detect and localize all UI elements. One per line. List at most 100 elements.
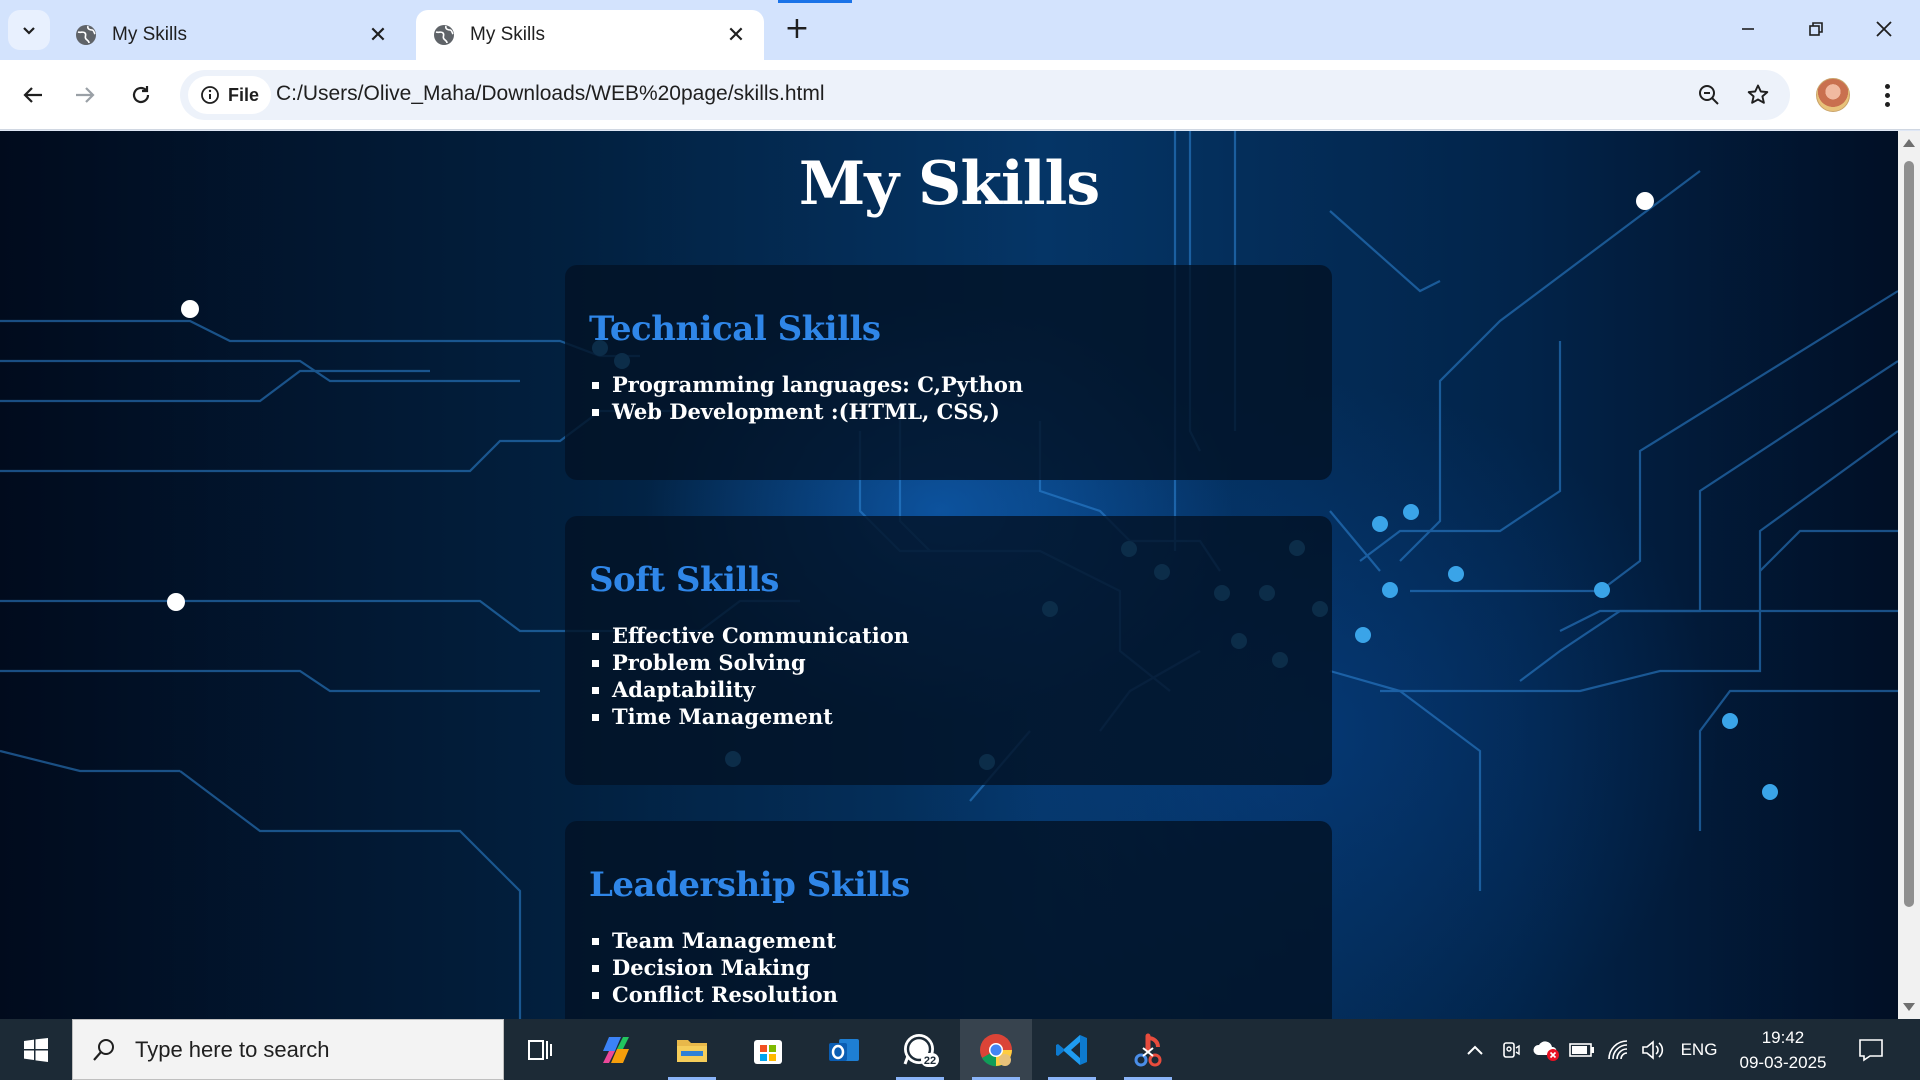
page-viewport: My Skills Technical Skills Programming l… (0, 131, 1898, 1019)
tab-inactive[interactable]: My Skills ✕ (58, 10, 406, 60)
close-tab-icon[interactable]: ✕ (366, 23, 390, 48)
close-icon (1876, 21, 1892, 37)
volume-tray[interactable] (1638, 1019, 1668, 1080)
forward-button[interactable] (64, 74, 106, 116)
tab-active[interactable]: My Skills ✕ (416, 10, 764, 60)
browser-menu-button[interactable] (1872, 78, 1902, 112)
meet-now-tray[interactable] (1496, 1019, 1526, 1080)
whatsapp-badge: 22 (924, 1055, 936, 1067)
list-item: Adaptability (589, 676, 1308, 703)
info-icon (201, 86, 219, 104)
clock-time: 19:42 (1761, 1028, 1805, 1047)
reload-button[interactable] (120, 74, 162, 116)
notification-icon (1859, 1038, 1883, 1061)
chevron-down-icon (23, 27, 35, 35)
restore-icon (1809, 22, 1823, 36)
clock-date: 09-03-2025 (1739, 1053, 1827, 1072)
minimize-button[interactable] (1718, 8, 1778, 50)
star-icon (1747, 84, 1769, 104)
tab-title: My Skills (470, 24, 545, 45)
address-bar[interactable]: File C:/Users/Olive_Maha/Downloads/WEB%2… (180, 70, 1790, 120)
outlook-icon (829, 1038, 859, 1061)
scroll-thumb[interactable] (1904, 161, 1914, 907)
list-item: Problem Solving (589, 649, 1308, 676)
url-text[interactable]: C:/Users/Olive_Maha/Downloads/WEB%20page… (276, 82, 825, 106)
search-icon (93, 1038, 114, 1061)
task-view-icon (528, 1039, 552, 1060)
dot-icon (1884, 101, 1890, 107)
tab-search-button[interactable] (8, 10, 50, 50)
copilot-icon (603, 1036, 629, 1063)
back-button[interactable] (12, 74, 54, 116)
profile-avatar[interactable] (1816, 78, 1850, 112)
speaker-icon (1642, 1039, 1664, 1060)
list-item: Programming languages: C,Python (589, 371, 1308, 398)
soft-skills-card: Soft Skills Effective Communication Prob… (565, 516, 1332, 785)
list-item: Team Management (589, 927, 1308, 954)
close-tab-icon[interactable]: ✕ (724, 23, 748, 48)
microsoft-store-icon (754, 1039, 782, 1064)
close-window-button[interactable] (1854, 8, 1914, 50)
snipping-tool-icon (1134, 1033, 1162, 1066)
tab-title: My Skills (112, 24, 187, 45)
section-heading: Soft Skills (589, 560, 779, 600)
cloud-error-icon (1533, 1040, 1559, 1061)
taskbar-search-box[interactable]: Type here to search (72, 1019, 504, 1080)
zoom-out-icon (1699, 85, 1719, 105)
onedrive-tray[interactable] (1530, 1019, 1562, 1080)
show-hidden-icons-button[interactable] (1460, 1019, 1490, 1080)
system-clock[interactable]: 19:42 09-03-2025 (1728, 1025, 1838, 1075)
search-placeholder: Type here to search (135, 1036, 330, 1062)
snipping-tool-button[interactable] (1112, 1019, 1184, 1080)
vscode-icon (1056, 1034, 1087, 1065)
list-item: Effective Communication (589, 622, 1308, 649)
notifications-button[interactable] (1850, 1019, 1892, 1080)
chevron-up-icon (1467, 1045, 1483, 1055)
skills-list: Effective Communication Problem Solving … (589, 622, 1308, 730)
list-item: Conflict Resolution (589, 981, 1308, 1008)
new-tab-button[interactable]: + (780, 14, 814, 48)
skills-list: Programming languages: C,Python Web Deve… (589, 371, 1308, 425)
network-tray[interactable] (1604, 1019, 1634, 1080)
site-info-chip[interactable]: File (188, 76, 272, 114)
browser-toolbar: File C:/Users/Olive_Maha/Downloads/WEB%2… (0, 60, 1920, 130)
vscode-button[interactable] (1036, 1019, 1108, 1080)
webcam-icon (1503, 1041, 1520, 1058)
language-indicator[interactable]: ENG (1674, 1019, 1724, 1080)
list-item: Time Management (589, 703, 1308, 730)
chrome-button[interactable] (960, 1019, 1032, 1080)
restore-button[interactable] (1786, 8, 1846, 50)
outlook-button[interactable] (808, 1019, 880, 1080)
skills-list: Team Management Decision Making Conflict… (589, 927, 1308, 1008)
globe-icon (76, 25, 96, 45)
site-chip-label: File (228, 84, 260, 105)
loading-indicator (778, 0, 852, 3)
page-title: My Skills (798, 149, 1100, 219)
tab-strip: My Skills ✕ My Skills ✕ + (0, 0, 1920, 60)
page-scrollbar[interactable] (1898, 131, 1920, 1019)
scroll-up-arrow[interactable] (1903, 139, 1915, 147)
forward-arrow-icon (76, 87, 95, 103)
copilot-button[interactable] (580, 1019, 652, 1080)
windows-logo-icon (24, 1037, 48, 1062)
leadership-skills-card: Leadership Skills Team Management Decisi… (565, 821, 1332, 1019)
battery-icon (1569, 1042, 1594, 1057)
zoom-button[interactable] (1694, 80, 1724, 110)
file-explorer-icon (677, 1039, 707, 1062)
wifi-icon (1608, 1039, 1628, 1059)
start-button[interactable] (0, 1019, 72, 1080)
scroll-down-arrow[interactable] (1903, 1003, 1915, 1011)
whatsapp-button[interactable]: 22 (884, 1019, 956, 1080)
reload-icon (132, 86, 150, 104)
file-explorer-button[interactable] (656, 1019, 728, 1080)
microsoft-store-button[interactable] (732, 1019, 804, 1080)
list-item: Web Development :(HTML, CSS,) (589, 398, 1308, 425)
minimize-icon (1742, 28, 1754, 30)
list-item: Decision Making (589, 954, 1308, 981)
back-arrow-icon (23, 87, 42, 103)
battery-tray[interactable] (1566, 1019, 1598, 1080)
section-heading: Leadership Skills (589, 865, 910, 905)
bookmark-button[interactable] (1743, 80, 1773, 110)
task-view-button[interactable] (504, 1019, 576, 1080)
section-heading: Technical Skills (589, 309, 881, 349)
